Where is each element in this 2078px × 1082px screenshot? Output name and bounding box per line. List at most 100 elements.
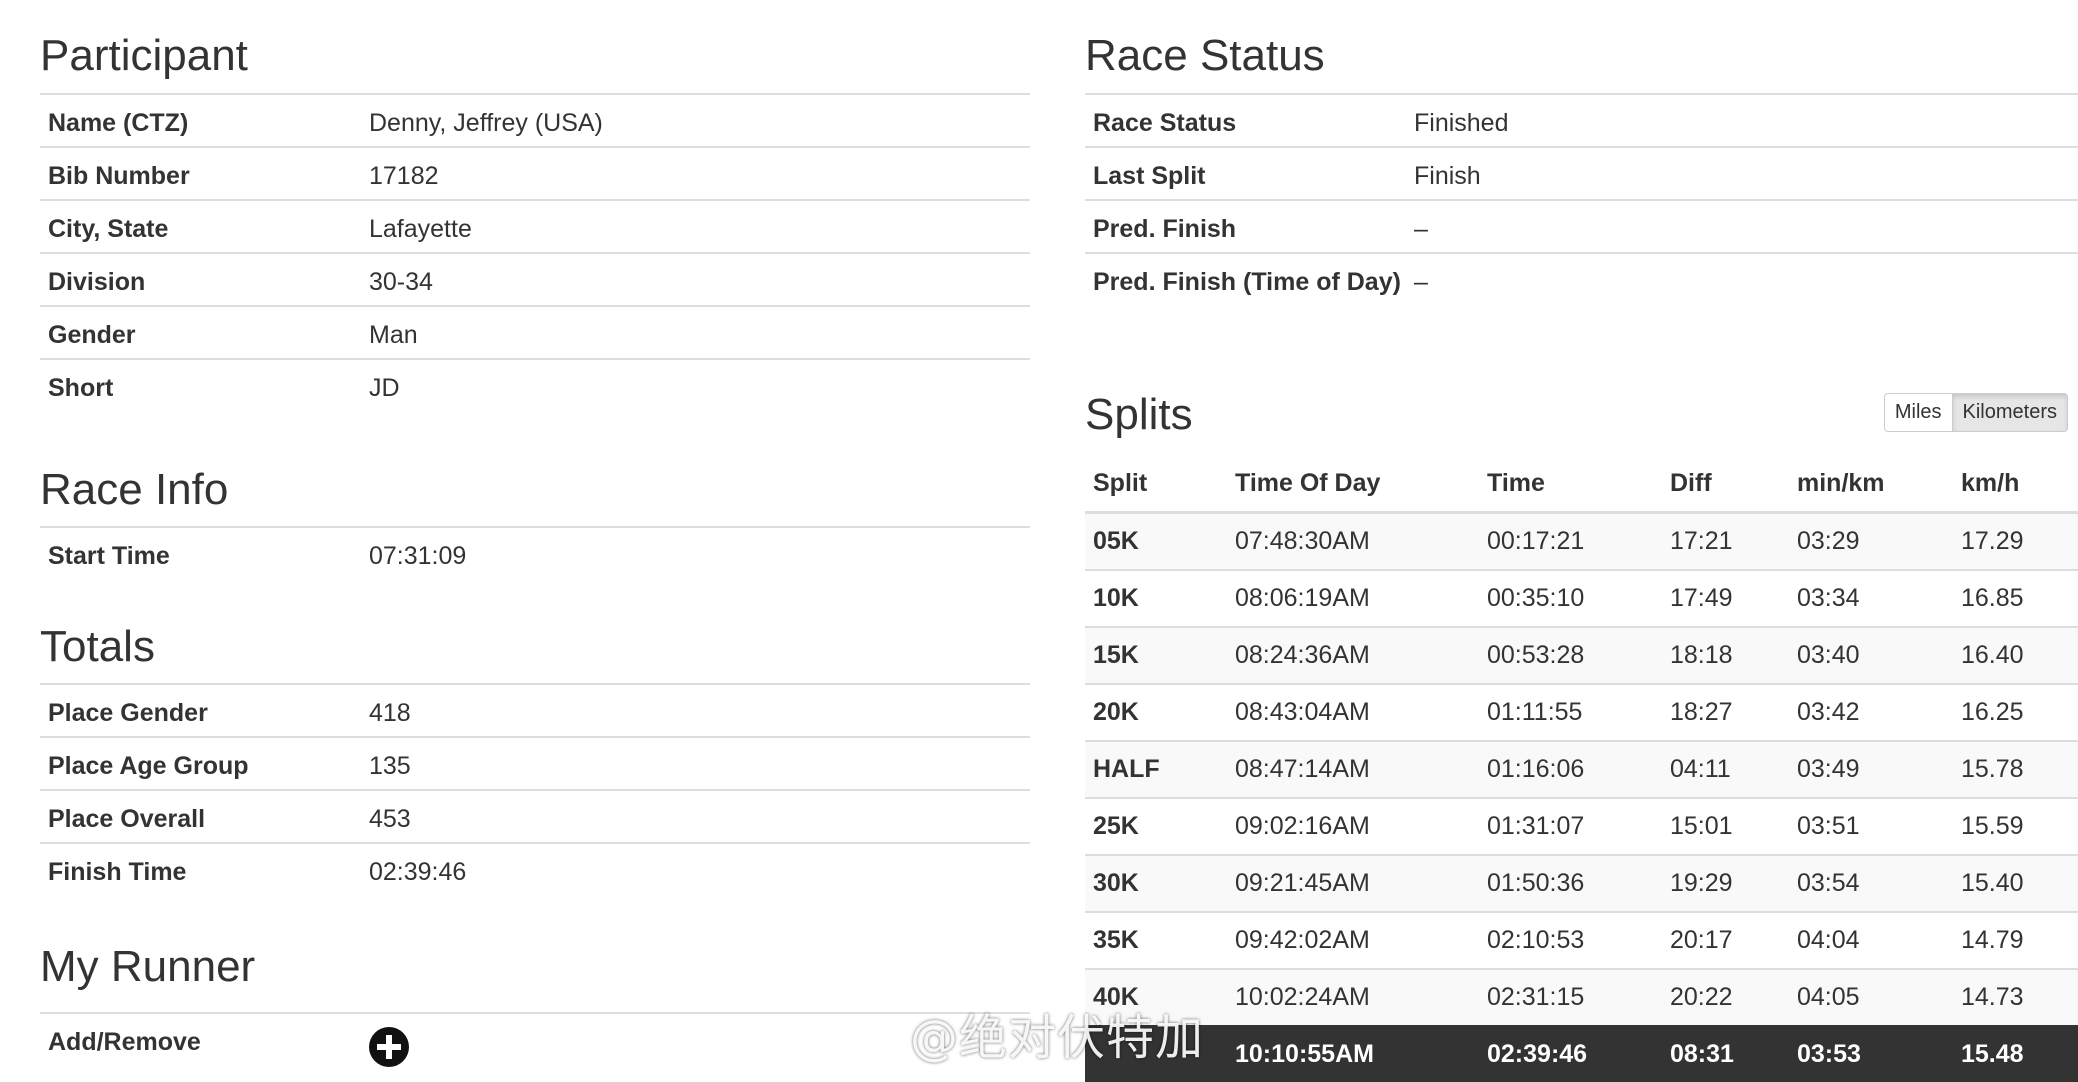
col-header-split: Split xyxy=(1085,456,1227,514)
totals-row-place-gender: Place Gender 418 xyxy=(40,683,1030,737)
table-cell: HALF xyxy=(1085,740,1227,798)
table-cell: 02:39:46 xyxy=(1479,1025,1662,1082)
race-status-row-status: Race Status Finished xyxy=(1085,93,2078,147)
table-cell: 01:16:06 xyxy=(1479,740,1662,798)
table-cell: 30K xyxy=(1085,854,1227,912)
participant-row-bib: Bib Number 17182 xyxy=(40,146,1030,200)
table-cell: 10:10:55AM xyxy=(1227,1025,1479,1082)
row-label: Gender xyxy=(40,305,361,359)
table-cell: 40K xyxy=(1085,968,1227,1026)
row-label: Place Age Group xyxy=(40,736,361,790)
totals-row-place-overall: Place Overall 453 xyxy=(40,789,1030,843)
splits-table: Split Time Of Day Time Diff min/km km/h … xyxy=(1085,456,2078,1082)
table-cell: 15K xyxy=(1085,626,1227,684)
table-cell: 14.73 xyxy=(1953,968,2078,1026)
my-runner-table: Add/Remove xyxy=(40,1012,1030,1072)
table-row: 30K 09:21:45AM 01:50:36 19:29 03:54 15.40 xyxy=(1085,854,2078,912)
race-info-heading: Race Info xyxy=(40,465,229,514)
table-cell: 20:17 xyxy=(1662,911,1789,969)
row-value: – xyxy=(1406,252,2078,335)
table-cell: 08:31 xyxy=(1662,1025,1789,1082)
table-cell: 09:42:02AM xyxy=(1227,911,1479,969)
row-label: Place Overall xyxy=(40,789,361,843)
row-value: 02:39:46 xyxy=(361,842,1030,896)
col-header-time-of-day: Time Of Day xyxy=(1227,456,1479,514)
table-cell: 35K xyxy=(1085,911,1227,969)
table-cell: 03:51 xyxy=(1789,797,1953,855)
row-value: 418 xyxy=(361,683,1030,737)
table-cell: 10:02:24AM xyxy=(1227,968,1479,1026)
table-cell xyxy=(1085,1025,1227,1082)
row-value: – xyxy=(1406,199,2078,253)
race-info-table: Start Time 07:31:09 xyxy=(40,526,1030,580)
kilometers-button[interactable]: Kilometers xyxy=(1952,393,2068,432)
table-cell: 15.48 xyxy=(1953,1025,2078,1082)
row-value: 453 xyxy=(361,789,1030,843)
table-cell: 07:48:30AM xyxy=(1227,511,1479,570)
participant-row-division: Division 30-34 xyxy=(40,252,1030,306)
row-label: Pred. Finish (Time of Day) xyxy=(1085,252,1406,335)
table-cell: 15.59 xyxy=(1953,797,2078,855)
row-value: Denny, Jeffrey (USA) xyxy=(361,93,1030,147)
row-label: Division xyxy=(40,252,361,306)
plus-circle-icon[interactable] xyxy=(369,1027,409,1067)
row-value: 135 xyxy=(361,736,1030,790)
race-status-table: Race Status Finished Last Split Finish P… xyxy=(1085,93,2078,335)
participant-table: Name (CTZ) Denny, Jeffrey (USA) Bib Numb… xyxy=(40,93,1030,412)
add-remove-cell xyxy=(361,1012,1030,1072)
splits-heading: Splits xyxy=(1085,390,1193,439)
table-row: 05K 07:48:30AM 00:17:21 17:21 03:29 17.29 xyxy=(1085,511,2078,570)
col-header-min-per-km: min/km xyxy=(1789,456,1953,514)
row-label: Pred. Finish xyxy=(1085,199,1406,253)
table-cell: 00:17:21 xyxy=(1479,511,1662,570)
row-value: JD xyxy=(361,358,1030,412)
table-cell: 04:05 xyxy=(1789,968,1953,1026)
miles-button[interactable]: Miles xyxy=(1883,393,1953,432)
table-cell: 03:40 xyxy=(1789,626,1953,684)
my-runner-row: Add/Remove xyxy=(40,1012,1030,1072)
table-cell: 02:10:53 xyxy=(1479,911,1662,969)
participant-row-short: Short JD xyxy=(40,358,1030,412)
totals-table: Place Gender 418 Place Age Group 135 Pla… xyxy=(40,683,1030,896)
col-header-time: Time xyxy=(1479,456,1662,514)
row-value: 07:31:09 xyxy=(361,526,1030,580)
table-cell: 03:54 xyxy=(1789,854,1953,912)
race-status-row-pred-finish: Pred. Finish – xyxy=(1085,199,2078,253)
table-cell: 17:49 xyxy=(1662,569,1789,627)
table-cell: 09:02:16AM xyxy=(1227,797,1479,855)
totals-heading: Totals xyxy=(40,622,155,671)
row-label: Last Split xyxy=(1085,146,1406,200)
table-cell: 05K xyxy=(1085,511,1227,570)
table-cell: 18:18 xyxy=(1662,626,1789,684)
table-cell: 01:50:36 xyxy=(1479,854,1662,912)
table-cell: 14.79 xyxy=(1953,911,2078,969)
table-cell: 00:53:28 xyxy=(1479,626,1662,684)
row-value: Lafayette xyxy=(361,199,1030,253)
table-row: HALF 08:47:14AM 01:16:06 04:11 03:49 15.78 xyxy=(1085,740,2078,798)
table-row: 10:10:55AM 02:39:46 08:31 03:53 15.48 xyxy=(1085,1025,2078,1082)
totals-row-finish-time: Finish Time 02:39:46 xyxy=(40,842,1030,896)
row-label: Short xyxy=(40,358,361,412)
participant-heading: Participant xyxy=(40,31,248,80)
table-cell: 16.40 xyxy=(1953,626,2078,684)
race-status-heading: Race Status xyxy=(1085,31,1325,80)
table-cell: 01:31:07 xyxy=(1479,797,1662,855)
table-cell: 04:11 xyxy=(1662,740,1789,798)
table-cell: 20:22 xyxy=(1662,968,1789,1026)
table-cell: 03:42 xyxy=(1789,683,1953,741)
unit-toggle: Miles Kilometers xyxy=(1883,393,2068,432)
table-cell: 08:06:19AM xyxy=(1227,569,1479,627)
my-runner-heading: My Runner xyxy=(40,942,256,991)
table-cell: 01:11:55 xyxy=(1479,683,1662,741)
table-row: 15K 08:24:36AM 00:53:28 18:18 03:40 16.40 xyxy=(1085,626,2078,684)
race-info-row-start: Start Time 07:31:09 xyxy=(40,526,1030,580)
row-value: Man xyxy=(361,305,1030,359)
table-cell: 03:34 xyxy=(1789,569,1953,627)
col-header-diff: Diff xyxy=(1662,456,1789,514)
row-label: Start Time xyxy=(40,526,361,580)
table-cell: 08:43:04AM xyxy=(1227,683,1479,741)
table-row: 40K 10:02:24AM 02:31:15 20:22 04:05 14.73 xyxy=(1085,968,2078,1026)
totals-row-place-age-group: Place Age Group 135 xyxy=(40,736,1030,790)
table-cell: 18:27 xyxy=(1662,683,1789,741)
table-cell: 15.40 xyxy=(1953,854,2078,912)
